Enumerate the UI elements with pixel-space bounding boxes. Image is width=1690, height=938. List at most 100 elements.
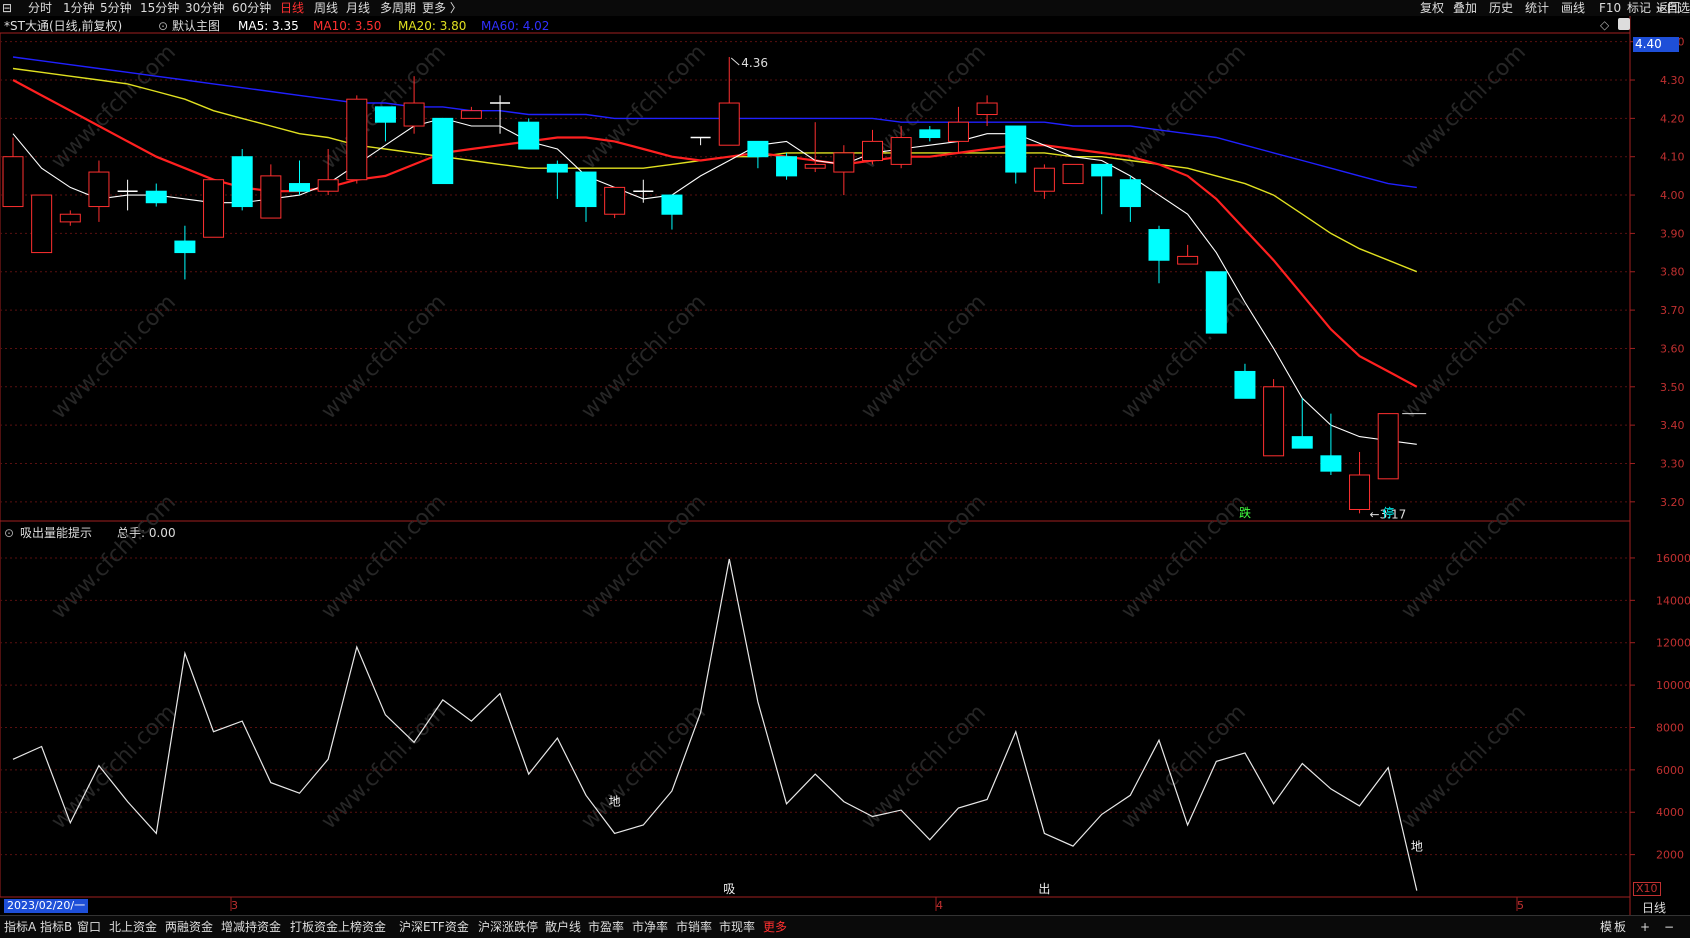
bottom-control-3[interactable]: − <box>1664 919 1674 935</box>
diamond-icon[interactable]: ◇ <box>1600 18 1609 32</box>
watermark-2: www.cfchi.com <box>577 40 711 174</box>
candle-42 <box>1205 271 1227 334</box>
month-label-1: 4 <box>936 899 943 912</box>
candle-body-32 <box>919 129 941 139</box>
bottom-control-2[interactable]: + <box>1640 919 1650 935</box>
candle-body-12 <box>346 98 368 181</box>
vol-tick-label-1: 4000 <box>1656 806 1684 819</box>
bottom-tab-2[interactable]: 窗口 <box>77 919 101 935</box>
bottom-tab-15[interactable]: 更多 <box>763 919 787 935</box>
month-label-2: 5 <box>1517 899 1524 912</box>
bottom-tab-6[interactable]: 打板资金 <box>290 919 338 935</box>
candle-body-29 <box>833 152 855 173</box>
candle-body-9 <box>260 175 282 219</box>
indicator-annotations: 地吸 出 地 <box>609 794 1423 896</box>
candle-47 <box>1349 451 1371 514</box>
vol-tick-label-7: 16000 <box>1656 552 1690 565</box>
candle-body-40 <box>1148 229 1170 261</box>
candle-body-5 <box>145 190 167 204</box>
candle-5 <box>145 183 167 207</box>
bottom-tab-13[interactable]: 市销率 <box>676 919 712 935</box>
watermark-21: www.cfchi.com <box>857 700 991 834</box>
candle-body-33 <box>947 121 969 142</box>
candle-44 <box>1263 379 1285 457</box>
indicator-marker-0: 地 <box>609 794 621 808</box>
candle-0 <box>2 137 24 208</box>
candle-40 <box>1148 225 1170 284</box>
bottom-tab-8[interactable]: 沪深ETF资金 <box>399 919 469 935</box>
candle-body-20 <box>575 171 597 208</box>
candle-46 <box>1320 413 1342 475</box>
candle-body-26 <box>747 140 769 158</box>
candle-body-36 <box>1033 167 1055 192</box>
axis-period-label[interactable]: 日线 <box>1642 899 1666 916</box>
candle-48 <box>1377 413 1399 480</box>
bottom-tab-12[interactable]: 市净率 <box>632 919 668 935</box>
price-tick-label-8: 3.60 <box>1660 342 1685 355</box>
bottom-tab-7[interactable]: 上榜资金 <box>338 919 386 935</box>
bottom-tab-9[interactable]: 沪深涨跌停 <box>478 919 538 935</box>
price-tick-label-4: 4.00 <box>1660 189 1685 202</box>
price-tick-label-11: 3.30 <box>1660 457 1685 470</box>
candle-body-14 <box>403 102 425 127</box>
watermark-0: www.cfchi.com <box>47 40 181 174</box>
candle-45 <box>1291 398 1313 449</box>
price-tick-label-1: 4.30 <box>1660 74 1685 87</box>
bottom-tab-1[interactable]: 指标B <box>40 919 72 935</box>
candle-body-11 <box>317 179 339 192</box>
candle-9 <box>260 164 282 219</box>
status-marker-3: 停 <box>1382 505 1394 520</box>
bottom-tab-11[interactable]: 市盈率 <box>588 919 624 935</box>
bottom-tab-3[interactable]: 北上资金 <box>109 919 157 935</box>
candle-body-6 <box>174 240 196 254</box>
high-marker-line <box>730 57 740 66</box>
candle-28 <box>804 122 826 173</box>
candle-body-30 <box>862 140 883 162</box>
settings-icon[interactable] <box>1618 18 1630 30</box>
candle-body-23 <box>661 194 683 215</box>
bottom-control-0[interactable]: 模 <box>1600 919 1612 935</box>
candle-body-44 <box>1263 386 1285 457</box>
candle-body-35 <box>1005 125 1027 173</box>
candle-22 <box>633 179 654 203</box>
vol-tick-label-6: 14000 <box>1656 594 1690 607</box>
candle-body-21 <box>604 186 626 215</box>
candle-body-25 <box>718 102 740 146</box>
candle-7 <box>203 179 225 238</box>
candle-body-48 <box>1377 413 1399 480</box>
price-tick-label-9: 3.50 <box>1660 381 1685 394</box>
bottom-tab-5[interactable]: 增减持资金 <box>221 919 281 935</box>
vol-tick-label-4: 10000 <box>1656 679 1690 692</box>
bottom-control-1[interactable]: 板 <box>1614 919 1626 935</box>
candle-25 <box>718 57 740 146</box>
candle-36 <box>1033 164 1055 199</box>
watermark-17: www.cfchi.com <box>1397 490 1531 624</box>
indicator-polyline <box>12 558 1418 891</box>
candle-39 <box>1119 175 1141 222</box>
candle-26 <box>747 140 769 169</box>
scale-box[interactable]: X10 <box>1633 882 1661 896</box>
price-tick-label-10: 3.40 <box>1660 419 1685 432</box>
watermark-23: www.cfchi.com <box>1397 700 1531 834</box>
candle-body-37 <box>1062 163 1084 185</box>
candle-body-47 <box>1349 474 1371 510</box>
indicator-line <box>12 558 1418 891</box>
candle-body-28 <box>804 163 826 169</box>
bottom-tab-0[interactable]: 指标A <box>4 919 36 935</box>
bottom-tab-4[interactable]: 两融资金 <box>165 919 213 935</box>
candle-32 <box>919 126 941 142</box>
price-tick-label-5: 3.90 <box>1660 227 1685 240</box>
candle-body-41 <box>1177 255 1199 265</box>
bottom-tab-10[interactable]: 散户线 <box>545 919 581 935</box>
price-tick-label-7: 3.70 <box>1660 304 1685 317</box>
stock-chart-canvas[interactable]: www.cfchi.com www.cfchi.com www.cfchi.com w… <box>0 0 1690 915</box>
indicator-marker-3: 地 <box>1411 840 1423 854</box>
moving-average-lines <box>12 56 1418 445</box>
current-price-box: 4.40 <box>1633 37 1679 52</box>
bottom-tab-14[interactable]: 市现率 <box>719 919 755 935</box>
bottom-indicator-tabs: 指标A 指标B 窗口 北上资金 两融资金 增减持资金 打板资金 上榜资金 沪深ETF资金 沪深涨跌… <box>0 915 1690 938</box>
watermark-13: www.cfchi.com <box>317 490 451 624</box>
watermark-5: www.cfchi.com <box>1397 40 1531 174</box>
price-tick-label-3: 4.10 <box>1660 151 1685 164</box>
candle-19 <box>546 160 568 199</box>
